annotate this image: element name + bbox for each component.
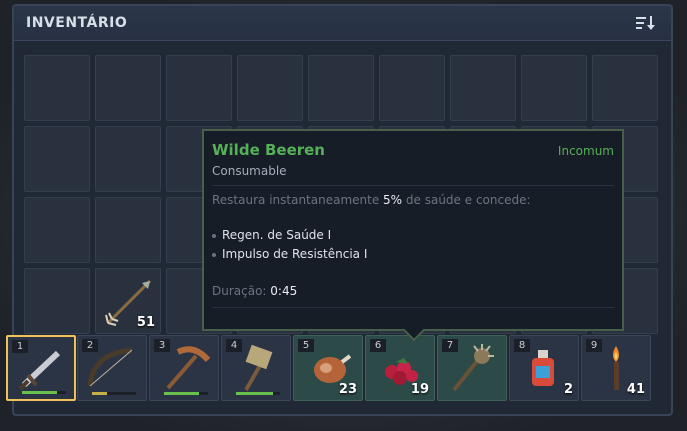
hotbar-slot-5[interactable]: 5 23 xyxy=(293,335,363,401)
item-count: 23 xyxy=(338,382,357,397)
tooltip-item-type: Consumable xyxy=(212,164,287,178)
tooltip-description: Restaura instantaneamente 5% de saúde e … xyxy=(212,193,531,207)
item-count: 2 xyxy=(563,382,573,397)
inventory-slot[interactable] xyxy=(237,55,303,121)
tooltip-item-name: Wilde Beeren xyxy=(212,141,325,159)
inventory-slot[interactable] xyxy=(95,55,161,121)
inventory-title: INVENTÁRIO xyxy=(26,15,128,31)
durability-bar xyxy=(164,392,208,395)
item-count: 19 xyxy=(410,382,429,397)
durability-bar xyxy=(236,392,280,395)
hotbar-slot-7[interactable]: 7 xyxy=(437,335,507,401)
inventory-slot[interactable] xyxy=(24,197,90,263)
tooltip-duration: Duração: 0:45 xyxy=(212,284,298,298)
tooltip-divider xyxy=(212,307,614,308)
inventory-slot[interactable] xyxy=(308,55,374,121)
inventory-slot[interactable] xyxy=(24,55,90,121)
hotbar-slot-6[interactable]: 6 19 xyxy=(365,335,435,401)
hotbar-slot-9[interactable]: 9 41 xyxy=(581,335,651,401)
inventory-slot[interactable] xyxy=(95,126,161,192)
item-count: 51 xyxy=(136,315,155,330)
item-count: 41 xyxy=(626,382,645,397)
hotbar-slot-4[interactable]: 4 xyxy=(221,335,291,401)
tooltip-divider xyxy=(212,185,614,186)
durability-bar xyxy=(92,392,136,395)
sort-icon[interactable] xyxy=(635,14,657,32)
hotbar-slot-1[interactable]: 1 xyxy=(6,335,76,401)
durability-bar xyxy=(22,391,66,394)
hotbar-slot-8[interactable]: 82 xyxy=(509,335,579,401)
inventory-slot[interactable] xyxy=(379,55,445,121)
item-tooltip: Wilde Beeren Incomum Consumable Restaura… xyxy=(202,129,624,342)
inventory-slot[interactable] xyxy=(521,55,587,121)
inventory-slot[interactable] xyxy=(592,55,658,121)
inventory-slot[interactable] xyxy=(24,126,90,192)
inventory-slot[interactable] xyxy=(450,55,516,121)
spiked-mace-icon xyxy=(452,344,494,392)
hotbar-slot-2[interactable]: 2 xyxy=(77,335,147,401)
inventory-slot[interactable]: 51 xyxy=(95,268,161,334)
inventory-slot[interactable] xyxy=(166,55,232,121)
inventory-slot[interactable] xyxy=(95,197,161,263)
tooltip-rarity: Incomum xyxy=(557,144,614,158)
tooltip-effect: Regen. de Saúde I xyxy=(212,228,331,242)
inventory-header: INVENTÁRIO xyxy=(14,6,671,41)
hotbar-slot-3[interactable]: 3 xyxy=(149,335,219,401)
tooltip-effect: Impulso de Resistência I xyxy=(212,247,367,261)
inventory-slot[interactable] xyxy=(24,268,90,334)
